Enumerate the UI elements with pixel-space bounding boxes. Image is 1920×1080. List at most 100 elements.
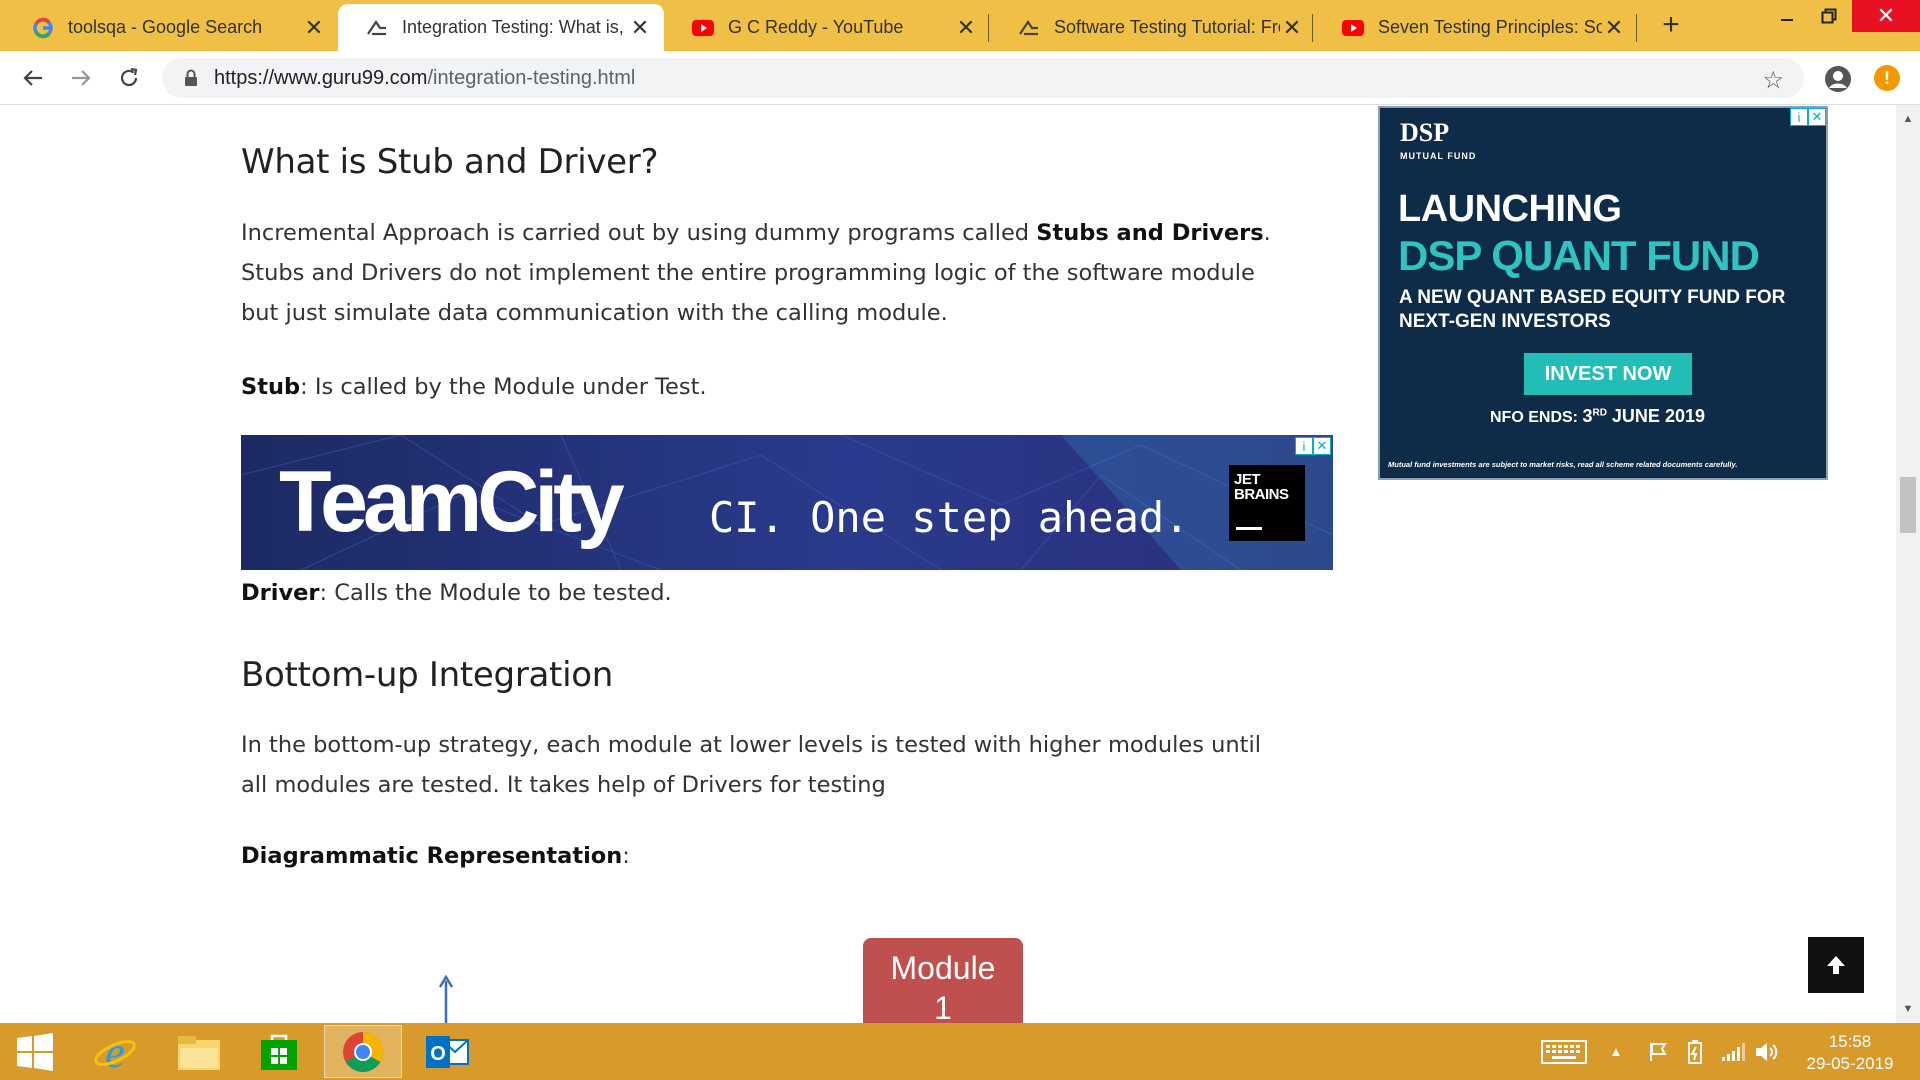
windows-logo-icon [17, 1032, 53, 1071]
battery-icon[interactable] [1680, 1023, 1710, 1080]
scroll-up-icon[interactable]: ▲ [1896, 109, 1920, 129]
show-hidden-icons-button[interactable]: ▲ [1604, 1023, 1628, 1080]
clock-date: 29-05-2019 [1806, 1054, 1894, 1073]
svg-text:O: O [430, 1043, 446, 1065]
close-icon[interactable]: ✕ [1280, 15, 1304, 40]
intro-bold-term: Stubs and Drivers [1036, 220, 1264, 246]
google-icon [32, 17, 54, 39]
guru99-icon [1018, 17, 1040, 39]
jetbrains-logo: JET BRAINS [1229, 465, 1305, 541]
teamcity-logo: TeamCity [279, 454, 625, 550]
taskbar-store[interactable] [240, 1025, 318, 1078]
svg-text:e: e [105, 1029, 125, 1075]
close-icon[interactable]: ✕ [954, 15, 978, 40]
ad-choices[interactable]: i ✕ [1790, 108, 1826, 126]
info-icon[interactable]: i [1295, 437, 1313, 455]
clock-time: 15:58 [1828, 1032, 1872, 1051]
page-scrollbar[interactable]: ▲ ▼ [1896, 105, 1920, 1023]
folder-icon [178, 1035, 220, 1070]
tab-google-search[interactable]: toolsqa - Google Search ✕ [4, 4, 338, 51]
teamcity-ad-banner[interactable]: TeamCity CI. One step ahead. JET BRAINS … [241, 435, 1333, 570]
invest-now-button[interactable]: INVEST NOW [1524, 353, 1692, 395]
dsp-launching: LAUNCHING [1398, 188, 1622, 230]
taskbar-outlook[interactable]: O [408, 1025, 486, 1078]
diagram-label-colon: : [622, 843, 630, 869]
scrollbar-thumb[interactable] [1900, 477, 1916, 533]
new-tab-button[interactable]: + [1654, 8, 1688, 42]
scroll-down-icon[interactable]: ▼ [1896, 999, 1920, 1019]
arrow-left-icon [23, 70, 42, 86]
windows-taskbar: e O ▲ 15:58 29-05-2019 [0, 1023, 1920, 1080]
close-icon[interactable]: ✕ [302, 15, 326, 40]
network-signal-icon[interactable] [1718, 1023, 1748, 1080]
tab-separator [988, 14, 989, 42]
youtube-icon [692, 17, 714, 39]
dsp-brand: DSP [1400, 118, 1450, 147]
restore-icon [1821, 8, 1837, 24]
restore-button[interactable] [1812, 0, 1846, 32]
internet-explorer-icon: e [94, 1029, 136, 1075]
tab-title: G C Reddy - YouTube [728, 17, 904, 37]
url-text: https://www.guru99.com/integration-testi… [214, 67, 635, 90]
nfo-sup: RD [1592, 407, 1607, 419]
url-host: https://www.guru99.com [214, 66, 428, 89]
tab-title: Seven Testing Principles: Software Testi… [1378, 17, 1602, 37]
tab-title: Software Testing Tutorial: Free QA Cours… [1054, 17, 1280, 37]
tab-seven-principles[interactable]: Seven Testing Principles: Software Testi… [1314, 4, 1638, 51]
youtube-icon [1342, 17, 1364, 39]
close-icon[interactable]: ✕ [1602, 15, 1626, 40]
update-alert-icon[interactable]: ! [1874, 65, 1900, 91]
scroll-to-top-button[interactable] [1808, 937, 1864, 993]
stub-term: Stub [241, 374, 301, 400]
diagram-module-box: Module 1 [863, 938, 1023, 1023]
intro-text: Incremental Approach is carried out by u… [241, 220, 1037, 246]
tab-separator [1312, 14, 1313, 42]
store-icon [261, 1034, 297, 1070]
nfo-day: 3 [1582, 406, 1593, 426]
reload-button[interactable] [112, 61, 146, 95]
profile-avatar-icon[interactable] [1823, 64, 1853, 94]
bookmark-star-icon[interactable]: ☆ [1762, 66, 1784, 95]
volume-icon[interactable] [1752, 1023, 1782, 1080]
ad-choices[interactable]: i ✕ [1295, 437, 1331, 455]
driver-def: : Calls the Module to be tested. [319, 580, 672, 606]
tab-integration-testing[interactable]: Integration Testing: What is, Types, Top… [338, 4, 664, 51]
arrow-up-icon [1827, 956, 1845, 974]
driver-definition: Driver: Calls the Module to be tested. [241, 573, 672, 613]
diagram-arrow [438, 975, 454, 1023]
tab-strip: toolsqa - Google Search ✕ Integration Te… [0, 0, 1920, 51]
nfo-label: NFO ENDS: [1490, 409, 1578, 426]
address-bar[interactable]: https://www.guru99.com/integration-testi… [162, 58, 1804, 98]
heading-stub-driver: What is Stub and Driver? [241, 142, 659, 182]
forward-button[interactable] [64, 61, 98, 95]
diagram-label-bold: Diagrammatic Representation [241, 843, 623, 869]
back-button[interactable] [16, 61, 50, 95]
dsp-disclaimer: Mutual fund investments are subject to m… [1388, 460, 1738, 469]
minimize-button[interactable] [1770, 0, 1804, 32]
action-center-flag-icon[interactable] [1644, 1023, 1672, 1080]
close-window-button[interactable]: ✕ [1852, 0, 1920, 32]
close-icon[interactable]: ✕ [628, 15, 652, 40]
taskbar-file-explorer[interactable] [160, 1025, 238, 1078]
taskbar-internet-explorer[interactable]: e [76, 1025, 154, 1078]
close-ad-icon[interactable]: ✕ [1313, 437, 1331, 455]
taskbar-chrome[interactable] [324, 1025, 402, 1078]
teamcity-tagline: CI. One step ahead. [709, 493, 1190, 542]
chrome-icon [343, 1031, 383, 1072]
chevron-up-icon: ▲ [1609, 1044, 1623, 1059]
arrow-right-icon [72, 70, 91, 86]
info-icon[interactable]: i [1790, 108, 1808, 126]
tab-separator [1636, 14, 1637, 42]
dsp-brand-sub: MUTUAL FUND [1400, 151, 1477, 161]
tab-youtube-gcreddy[interactable]: G C Reddy - YouTube ✕ [664, 4, 990, 51]
url-path: /integration-testing.html [427, 66, 636, 89]
dsp-ad-banner[interactable]: DSP MUTUAL FUND LAUNCHING DSP QUANT FUND… [1378, 106, 1828, 480]
keyboard-icon [1541, 1039, 1587, 1064]
close-ad-icon[interactable]: ✕ [1808, 108, 1826, 126]
system-clock[interactable]: 15:58 29-05-2019 [1798, 1031, 1902, 1075]
start-button[interactable] [0, 1025, 70, 1078]
tab-software-testing-tutorial[interactable]: Software Testing Tutorial: Free QA Cours… [990, 4, 1316, 51]
jetbrains-bar [1236, 527, 1262, 530]
intro-paragraph: Incremental Approach is carried out by u… [241, 213, 1281, 333]
touch-keyboard-button[interactable] [1538, 1023, 1590, 1080]
